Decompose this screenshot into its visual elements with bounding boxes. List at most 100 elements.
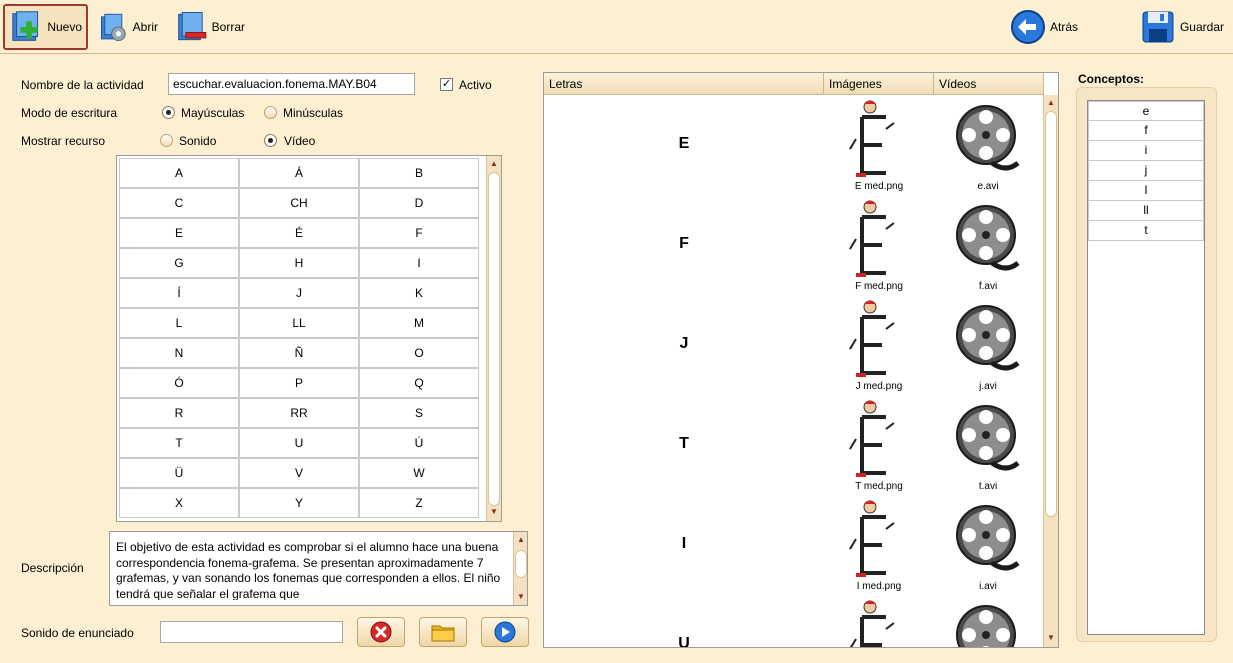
scroll-up-arrow-icon[interactable]: ▲ [488,158,500,170]
letter-cell[interactable]: P [239,368,359,398]
resource-letter: U [678,635,690,648]
header-videos[interactable]: Vídeos [934,73,1044,95]
delete-button[interactable]: Borrar [169,4,251,50]
letter-cell[interactable]: O [359,338,479,368]
resource-table: Letras Imágenes Vídeos EE med.png e.avi F F… [543,72,1059,648]
active-label: Activo [459,78,492,92]
letter-cell[interactable]: A [119,158,239,188]
open-button[interactable]: Abrir [92,4,164,50]
letter-cell[interactable]: X [119,488,239,518]
description-scrollbar[interactable]: ▲ ▼ [513,532,527,605]
header-images[interactable]: Imágenes [824,73,934,95]
uppercase-label: Mayúsculas [181,106,245,120]
letter-cell[interactable]: D [359,188,479,218]
lowercase-label: Minúsculas [283,106,344,120]
letter-cell[interactable]: Á [239,158,359,188]
letter-cell[interactable]: E [119,218,239,248]
resource-table-scrollbar[interactable]: ▲ ▼ [1043,95,1058,647]
film-reel-icon [956,505,1020,571]
header-letters[interactable]: Letras [544,73,824,95]
scroll-up-arrow-icon[interactable]: ▲ [515,534,527,546]
image-filename: I med.png [856,581,902,592]
letter-grid-scrollbar[interactable]: ▲ ▼ [486,156,501,521]
letter-cell[interactable]: Z [359,488,479,518]
scroll-down-arrow-icon[interactable]: ▼ [488,506,500,518]
new-document-icon [12,11,39,41]
toolbar: Nuevo Abrir Borrar Atrás Guardar [0,0,1233,54]
letter-cell[interactable]: T [119,428,239,458]
description-textarea[interactable]: El objetivo de esta actividad es comprob… [109,531,528,606]
save-button[interactable]: Guardar [1134,4,1230,50]
image-filename: J med.png [855,381,903,392]
statement-sound-input[interactable] [160,621,343,643]
letter-cell[interactable]: Ñ [239,338,359,368]
letter-cell[interactable]: U [239,428,359,458]
concept-item[interactable]: i [1088,141,1204,161]
scroll-down-arrow-icon[interactable]: ▼ [515,591,527,603]
letter-cell[interactable]: Í [119,278,239,308]
letter-cell[interactable]: É [239,218,359,248]
video-radio[interactable] [264,134,277,147]
letter-cell[interactable]: M [359,308,479,338]
letter-cell[interactable]: I [359,248,479,278]
letter-cell[interactable]: Ó [119,368,239,398]
scroll-thumb[interactable] [1045,111,1057,517]
back-button[interactable]: Atrás [1004,4,1084,50]
resource-letter: F [679,235,689,252]
concept-item[interactable]: t [1088,221,1204,241]
resource-row[interactable]: E E med.png e.avi [544,95,1044,195]
resource-letter: I [681,535,687,552]
resource-row[interactable]: U [544,595,1044,648]
letter-cell[interactable]: G [119,248,239,278]
concept-item[interactable]: j [1088,161,1204,181]
concept-item[interactable]: ll [1088,201,1204,221]
letter-cell[interactable]: Ü [119,458,239,488]
resource-row[interactable]: I I med.png i.avi [544,495,1044,595]
letter-cell[interactable]: J [239,278,359,308]
letter-cell[interactable]: CH [239,188,359,218]
letter-character-image [849,400,895,477]
letter-cell[interactable]: S [359,398,479,428]
letter-cell[interactable]: Y [239,488,359,518]
lowercase-radio[interactable] [264,106,277,119]
sound-radio[interactable] [160,134,173,147]
clear-sound-button[interactable] [357,617,405,647]
concept-item[interactable]: l [1088,181,1204,201]
letter-cell[interactable]: V [239,458,359,488]
letter-cell[interactable]: LL [239,308,359,338]
active-checkbox[interactable]: ✓ [440,78,453,91]
letter-cell[interactable]: L [119,308,239,338]
writing-mode-label: Modo de escritura [21,106,118,120]
letter-cell[interactable]: N [119,338,239,368]
resource-row[interactable]: J J med.png j.avi [544,295,1044,395]
scroll-down-arrow-icon[interactable]: ▼ [1045,632,1057,644]
new-button[interactable]: Nuevo [3,4,88,50]
letter-cell[interactable]: Ú [359,428,479,458]
scroll-up-arrow-icon[interactable]: ▲ [1045,97,1057,109]
statement-sound-label: Sonido de enunciado [21,626,134,640]
resource-letter: E [678,135,690,152]
scroll-thumb[interactable] [488,172,500,506]
letter-character-image [849,300,895,377]
image-filename: E med.png [854,181,904,192]
resource-row[interactable]: F F med.png f.avi [544,195,1044,295]
letter-cell[interactable]: RR [239,398,359,428]
letter-cell[interactable]: F [359,218,479,248]
scroll-thumb[interactable] [515,550,527,578]
letter-cell[interactable]: K [359,278,479,308]
browse-folder-button[interactable] [419,617,467,647]
letter-character-image [849,200,895,277]
concept-item[interactable]: f [1088,121,1204,141]
resource-row[interactable]: T T med.png t.avi [544,395,1044,495]
uppercase-radio[interactable] [162,106,175,119]
concept-item[interactable]: e [1088,101,1204,121]
play-sound-button[interactable] [481,617,529,647]
letter-cell[interactable]: B [359,158,479,188]
letter-cell[interactable]: R [119,398,239,428]
letter-cell[interactable]: W [359,458,479,488]
letter-cell[interactable]: C [119,188,239,218]
activity-name-input[interactable]: escuchar.evaluacion.fonema.MAY.B04 [168,73,415,95]
letter-cell[interactable]: Q [359,368,479,398]
letter-cell[interactable]: H [239,248,359,278]
delete-x-icon [370,621,392,643]
